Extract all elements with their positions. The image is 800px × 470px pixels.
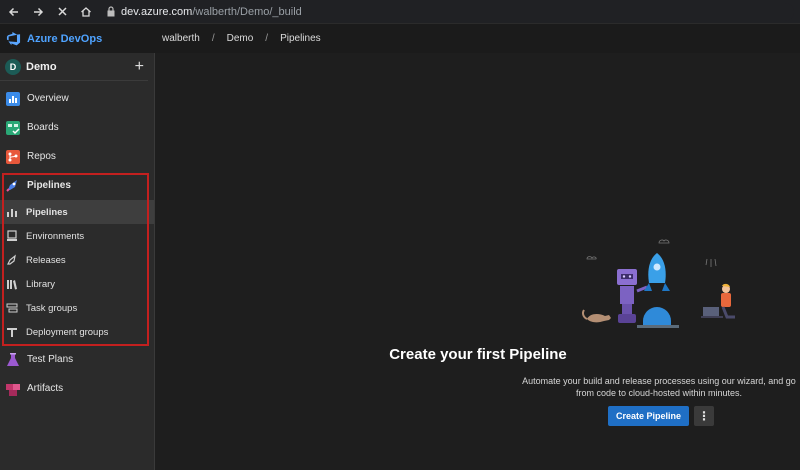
- sidebar-subitem-label: Releases: [26, 254, 66, 266]
- app-header: Azure DevOps walberth / Demo / Pipelines: [0, 24, 800, 53]
- sidebar-item-overview[interactable]: Overview: [0, 84, 154, 113]
- breadcrumb-separator: /: [265, 33, 269, 44]
- sidebar-subitem-label: Deployment groups: [26, 326, 109, 338]
- create-pipeline-button[interactable]: Create Pipeline: [608, 406, 690, 426]
- sidebar-subitem-task-groups[interactable]: Task groups: [0, 296, 154, 320]
- breadcrumb-project[interactable]: Demo: [227, 33, 254, 44]
- sidebar-item-label: Artifacts: [27, 383, 64, 394]
- breadcrumb-pipelines[interactable]: Pipelines: [280, 33, 321, 44]
- sidebar-item-test-plans[interactable]: Test Plans: [0, 345, 154, 374]
- pipelines-sub-icon: [7, 209, 17, 217]
- overview-icon: [5, 91, 20, 106]
- sidebar-subitem-label: Library: [26, 278, 56, 290]
- empty-state-actions: Create Pipeline ⋮: [608, 406, 715, 426]
- sidebar-item-boards[interactable]: Boards: [0, 113, 154, 142]
- sidebar-item-label: Repos: [27, 151, 56, 162]
- pipelines-icon: [5, 178, 20, 193]
- brand[interactable]: Azure DevOps: [0, 24, 155, 53]
- sidebar-subitem-label: Pipelines: [26, 206, 68, 218]
- add-icon[interactable]: +: [135, 58, 144, 75]
- forward-arrow-icon[interactable]: [28, 2, 48, 22]
- sidebar-item-label: Pipelines: [27, 180, 71, 191]
- sidebar-item-label: Overview: [27, 93, 69, 104]
- sidebar: D Demo + Overview Boards Repos Pipelines…: [0, 53, 155, 470]
- project-name: Demo: [26, 60, 57, 73]
- sidebar-subitem-label: Environments: [26, 230, 85, 242]
- more-options-icon[interactable]: ⋮: [694, 406, 715, 426]
- project-header[interactable]: D Demo +: [0, 53, 148, 81]
- library-icon: [7, 280, 17, 290]
- sidebar-item-label: Test Plans: [27, 354, 74, 365]
- empty-state-title: Create your first Pipeline: [389, 346, 567, 363]
- back-arrow-icon[interactable]: [4, 2, 24, 22]
- brand-name: Azure DevOps: [27, 32, 103, 45]
- sidebar-subitem-deployment-groups[interactable]: Deployment groups: [0, 320, 154, 344]
- breadcrumb: walberth / Demo / Pipelines: [162, 33, 321, 44]
- pipeline-illustration: [582, 239, 735, 328]
- sidebar-item-label: Boards: [27, 122, 59, 133]
- lock-icon: [107, 6, 115, 17]
- repos-icon: [5, 149, 20, 164]
- address-bar[interactable]: dev.azure.com /walberth/Demo/_build: [106, 2, 794, 21]
- sidebar-item-repos[interactable]: Repos: [0, 142, 154, 171]
- sidebar-subitem-environments[interactable]: Environments: [0, 224, 154, 248]
- sidebar-item-artifacts[interactable]: Artifacts: [0, 374, 154, 403]
- browser-toolbar: dev.azure.com /walberth/Demo/_build: [0, 0, 800, 24]
- breadcrumb-separator: /: [211, 33, 215, 44]
- azure-devops-logo-icon: [6, 31, 21, 46]
- url-domain: dev.azure.com: [121, 5, 193, 18]
- url-path: /walberth/Demo/_build: [192, 5, 302, 18]
- sidebar-subitem-library[interactable]: Library: [0, 272, 154, 296]
- releases-icon: [7, 254, 16, 265]
- test-plans-icon: [5, 352, 20, 367]
- sidebar-subitem-pipelines[interactable]: Pipelines: [0, 200, 154, 224]
- boards-icon: [5, 120, 20, 135]
- project-avatar: D: [5, 58, 21, 75]
- empty-state-description: Automate your build and release processe…: [522, 376, 796, 398]
- deployment-groups-icon: [7, 328, 17, 337]
- home-icon[interactable]: [76, 2, 96, 22]
- artifacts-icon: [5, 381, 20, 396]
- breadcrumb-org[interactable]: walberth: [162, 33, 200, 44]
- environments-icon: [7, 230, 17, 241]
- sidebar-subitem-releases[interactable]: Releases: [0, 248, 154, 272]
- sidebar-subitem-label: Task groups: [26, 302, 78, 314]
- sidebar-item-pipelines[interactable]: Pipelines: [0, 171, 154, 200]
- task-groups-icon: [6, 303, 18, 313]
- stop-loading-icon[interactable]: [52, 2, 72, 22]
- main-content: Create your first Pipeline Automate your…: [156, 53, 800, 470]
